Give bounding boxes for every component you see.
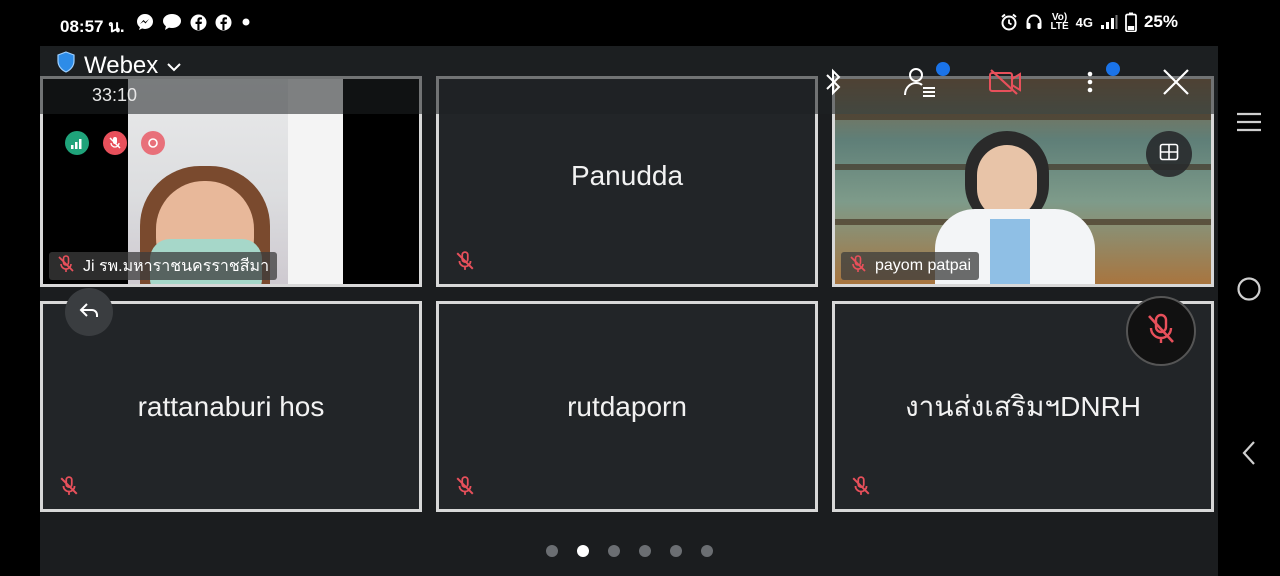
grid-layout-icon	[1159, 143, 1179, 166]
participant-name: rutdaporn	[567, 390, 687, 422]
mute-button[interactable]	[1126, 296, 1196, 366]
mic-off-icon	[455, 251, 475, 276]
participant-tile-rutdaporn[interactable]: rutdaporn	[436, 301, 818, 512]
status-time: 08:57 น.	[60, 17, 125, 36]
notification-dot	[1106, 62, 1120, 76]
facebook-icon	[215, 14, 232, 31]
page-dot[interactable]	[700, 545, 713, 557]
bluetooth-button[interactable]	[820, 64, 848, 104]
volte-icon: Vo) LTE	[1050, 12, 1069, 32]
dot-icon	[240, 16, 252, 28]
mic-off-icon	[455, 476, 475, 501]
messenger-icon	[136, 13, 154, 31]
mic-off-icon	[849, 254, 867, 278]
participant-name: Panudda	[570, 160, 684, 191]
recording-icon	[141, 131, 165, 155]
participant-name: Ji รพ.มหาราชนครราชสีมา	[83, 257, 270, 275]
notification-icons	[136, 13, 252, 31]
chat-bubble-icon	[162, 13, 182, 31]
chevron-down-icon	[166, 52, 182, 80]
mic-off-icon	[851, 476, 871, 501]
back-nav-button[interactable]	[1240, 440, 1258, 471]
participant-name: งานส่งเสริมฯDNRH	[904, 390, 1142, 422]
home-button[interactable]	[1236, 276, 1262, 307]
network-quality-icon	[65, 131, 89, 155]
more-options-button[interactable]	[1078, 62, 1120, 104]
page-indicator	[40, 545, 1218, 557]
tile-status-icons	[65, 131, 165, 155]
page-dot[interactable]	[607, 545, 620, 557]
page-dot-current[interactable]	[576, 545, 589, 557]
page-dot[interactable]	[669, 545, 682, 557]
alarm-icon	[1000, 13, 1018, 31]
mic-off-icon	[57, 254, 75, 278]
battery-level: 25%	[1143, 12, 1178, 31]
video-off-icon	[988, 68, 1022, 101]
participant-name: payom patpai	[875, 257, 972, 274]
meeting-header: Webex 33:10	[40, 46, 1218, 114]
app-name: Webex	[84, 51, 159, 79]
shield-icon	[56, 51, 76, 80]
signal-icon	[1100, 14, 1118, 30]
app-title[interactable]: Webex	[56, 51, 182, 80]
back-button[interactable]	[65, 288, 113, 336]
video-toggle-button[interactable]	[985, 64, 1025, 104]
bluetooth-icon	[824, 67, 844, 102]
mic-off-icon	[1146, 313, 1176, 350]
status-bar: 08:57 น. Vo) LTE 4G 25%	[40, 0, 1218, 46]
mic-off-icon	[59, 476, 79, 501]
battery-icon	[1125, 12, 1137, 32]
headphones-icon	[1025, 13, 1043, 31]
meeting-timer: 33:10	[92, 85, 138, 105]
webex-app: 08:57 น. Vo) LTE 4G 25% Ji รพ.มหาราชนครร…	[40, 0, 1218, 576]
close-icon	[1162, 68, 1190, 101]
system-icons: Vo) LTE 4G 25%	[1000, 12, 1178, 32]
notification-dot	[936, 62, 950, 76]
system-navigation-bar	[1218, 0, 1280, 576]
close-button[interactable]	[1158, 64, 1194, 104]
mic-off-icon	[103, 131, 127, 155]
participant-label: Ji รพ.มหาราชนครราชสีมา	[49, 252, 278, 280]
recent-apps-button[interactable]	[1236, 112, 1262, 137]
page-dot[interactable]	[545, 545, 558, 557]
participants-icon	[903, 65, 937, 104]
facebook-icon	[190, 14, 207, 31]
layout-button[interactable]	[1146, 131, 1192, 177]
more-icon	[1086, 70, 1094, 99]
participant-label: payom patpai	[841, 252, 980, 280]
participant-name: rattanaburi hos	[137, 390, 325, 422]
page-dot[interactable]	[638, 545, 651, 557]
back-icon	[78, 301, 100, 324]
participants-button[interactable]	[900, 62, 950, 104]
4g-icon: 4G	[1075, 14, 1093, 30]
